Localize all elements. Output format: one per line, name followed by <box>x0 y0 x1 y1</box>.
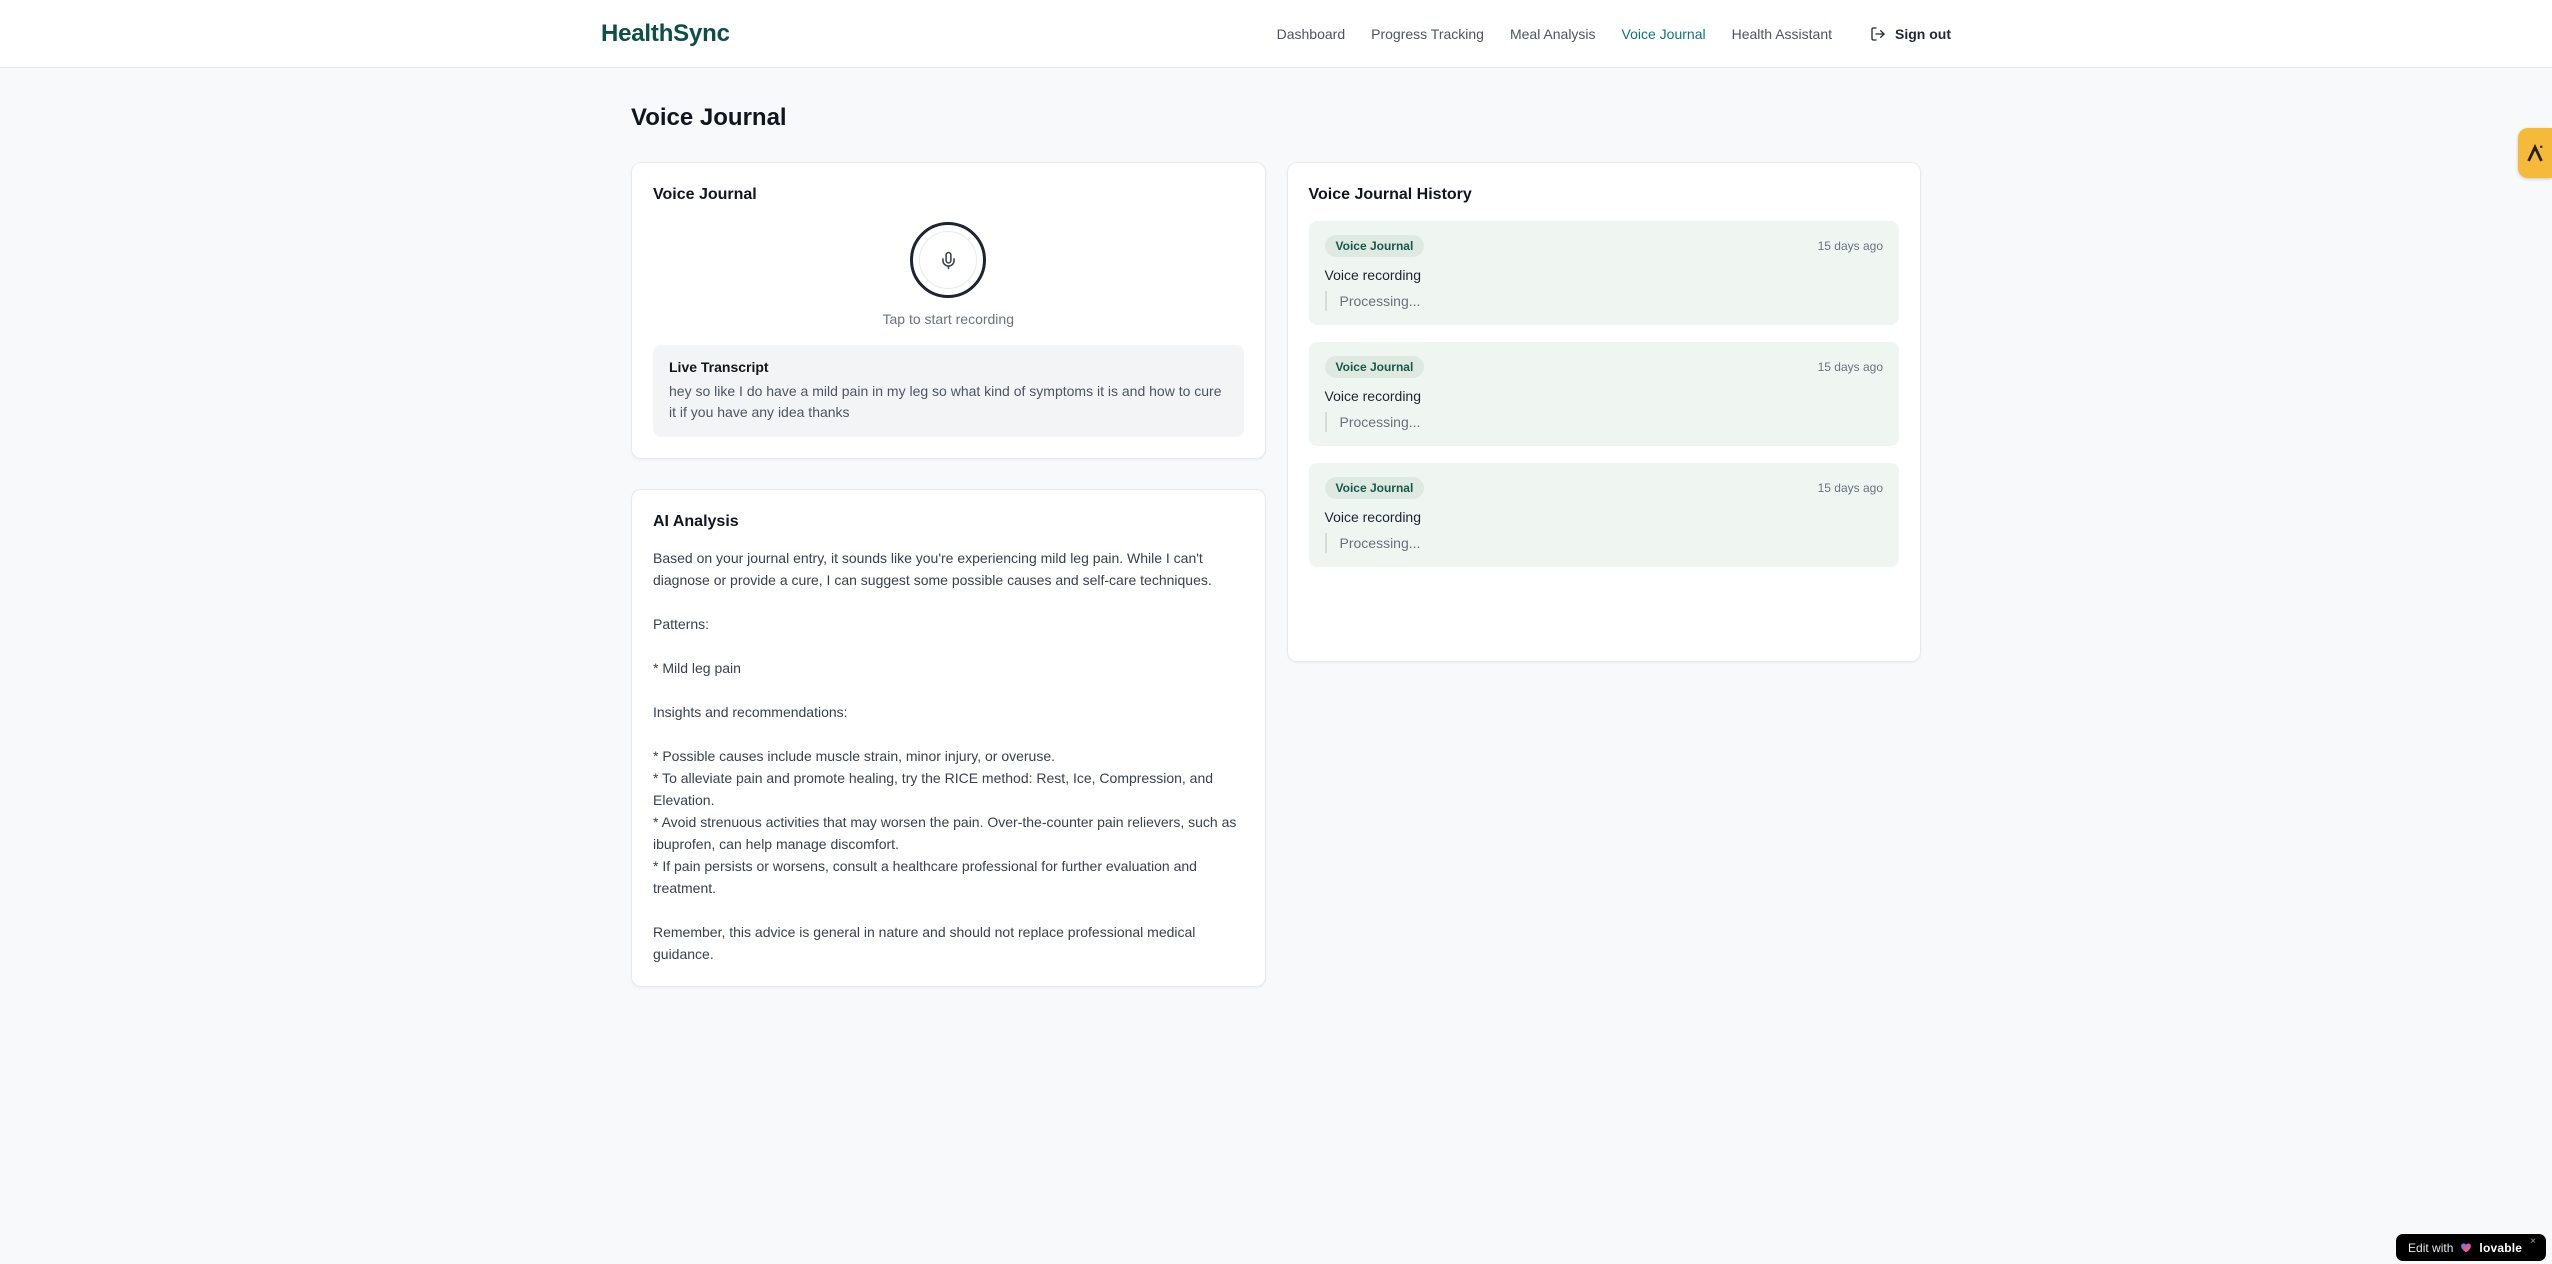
nav-item-meal-analysis[interactable]: Meal Analysis <box>1510 26 1596 42</box>
left-column: Voice Journal Tap to start recording Liv… <box>631 162 1266 987</box>
edit-badge-brand: lovable <box>2479 1240 2523 1255</box>
entry-type-badge: Voice Journal <box>1324 235 1425 257</box>
entry-status: Processing... <box>1324 291 1884 311</box>
history-entry[interactable]: Voice Journal 15 days ago Voice recordin… <box>1308 221 1899 325</box>
nav-item-dashboard[interactable]: Dashboard <box>1277 26 1346 42</box>
voice-recorder-card: Voice Journal Tap to start recording Liv… <box>631 162 1266 459</box>
entry-label: Voice recording <box>1324 388 1422 404</box>
history-entry[interactable]: Voice Journal 15 days ago Voice recordin… <box>1308 342 1899 446</box>
ai-analysis-title: AI Analysis <box>653 513 739 530</box>
history-card-title: Voice Journal History <box>1308 186 1472 203</box>
nav-item-health-assistant[interactable]: Health Assistant <box>1732 26 1832 42</box>
heart-gradient-icon <box>2461 1243 2472 1253</box>
main-nav: Dashboard Progress Tracking Meal Analysi… <box>1277 26 1951 42</box>
entry-status: Processing... <box>1324 412 1884 432</box>
microphone-icon <box>941 251 955 269</box>
entry-type-badge: Voice Journal <box>1324 356 1425 378</box>
sign-out-icon <box>1871 26 1885 41</box>
nav-item-voice-journal[interactable]: Voice Journal <box>1622 26 1706 42</box>
edit-badge-prefix: Edit with <box>2408 1240 2454 1255</box>
record-hint: Tap to start recording <box>882 311 1014 327</box>
entry-status: Processing... <box>1324 533 1884 553</box>
entry-timestamp: 15 days ago <box>1817 239 1883 253</box>
entry-header-row: Voice Journal 15 days ago <box>1324 477 1883 499</box>
live-transcript-text: hey so like I do have a mild pain in my … <box>669 383 1222 420</box>
app-header: HealthSync Dashboard Progress Tracking M… <box>0 0 2552 68</box>
header-container: HealthSync Dashboard Progress Tracking M… <box>601 0 1951 67</box>
entry-type-badge: Voice Journal <box>1324 477 1425 499</box>
page-title: Voice Journal <box>631 104 787 131</box>
entry-header-row: Voice Journal 15 days ago <box>1324 235 1883 257</box>
ai-analysis-card: AI Analysis Based on your journal entry,… <box>631 489 1266 987</box>
sign-out-button[interactable]: Sign out <box>1870 26 1951 42</box>
main-content: Voice Journal Voice Journal Tap to start… <box>631 68 1921 987</box>
entry-label: Voice recording <box>1324 509 1422 525</box>
brand-logo[interactable]: HealthSync <box>601 20 730 48</box>
accessibility-widget-button[interactable] <box>2518 128 2552 178</box>
history-card: Voice Journal History Voice Journal 15 d… <box>1286 162 1921 662</box>
history-entry[interactable]: Voice Journal 15 days ago Voice recordin… <box>1308 463 1899 567</box>
live-transcript-panel: Live Transcript hey so like I do have a … <box>653 345 1244 437</box>
live-transcript-title: Live Transcript <box>669 359 769 375</box>
right-column: Voice Journal History Voice Journal 15 d… <box>1286 162 1921 662</box>
recorder-card-title: Voice Journal <box>653 186 757 203</box>
entry-timestamp: 15 days ago <box>1817 481 1883 495</box>
mic-area: Tap to start recording <box>653 206 1244 327</box>
edit-with-lovable-badge[interactable]: Edit with lovable × <box>2396 1234 2546 1261</box>
content-grid: Voice Journal Tap to start recording Liv… <box>631 162 1921 987</box>
accessibility-widget-icon <box>2527 143 2543 162</box>
nav-item-progress-tracking[interactable]: Progress Tracking <box>1371 26 1484 42</box>
sign-out-label: Sign out <box>1895 25 1951 42</box>
edit-badge-close-icon[interactable]: × <box>2530 1236 2536 1247</box>
record-button[interactable] <box>910 222 987 298</box>
entry-timestamp: 15 days ago <box>1817 360 1883 374</box>
entry-header-row: Voice Journal 15 days ago <box>1324 356 1883 378</box>
history-entries-list: Voice Journal 15 days ago Voice recordin… <box>1308 221 1899 567</box>
entry-label: Voice recording <box>1324 267 1422 283</box>
ai-analysis-text: Based on your journal entry, it sounds l… <box>653 550 1237 962</box>
